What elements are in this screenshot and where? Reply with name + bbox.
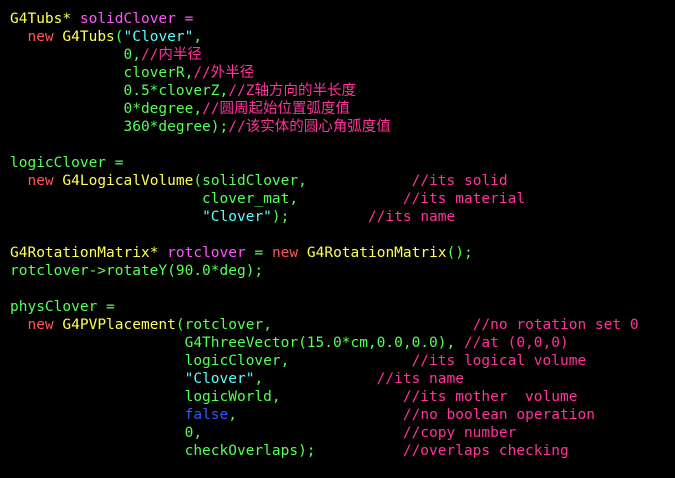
code-token-comment: //its name bbox=[376, 371, 464, 387]
code-token-comment: //its solid bbox=[411, 173, 508, 189]
code-token-plain: clover_mat, bbox=[10, 191, 403, 207]
code-token-plain: , bbox=[193, 29, 203, 45]
code-token-plain: = bbox=[245, 245, 272, 261]
code-token-comment: //Z轴方向的半长度 bbox=[228, 83, 356, 99]
code-token-plain: 0, bbox=[10, 425, 403, 441]
code-token-comment: //at (0,0,0) bbox=[463, 335, 569, 351]
code-line: 0, //copy number bbox=[10, 424, 639, 442]
code-token-plain: (); bbox=[446, 245, 473, 261]
code-token-plain: checkOverlaps); bbox=[10, 443, 403, 459]
code-token-plain: logicWorld, bbox=[10, 389, 403, 405]
code-line: new G4PVPlacement(rotclover, //no rotati… bbox=[10, 316, 639, 334]
code-token-comment: //copy number bbox=[402, 425, 517, 441]
code-token-type: G4LogicalVolume bbox=[62, 173, 194, 189]
code-editor[interactable]: G4Tubs* solidClover = new G4Tubs("Clover… bbox=[0, 0, 675, 478]
code-token-string: "Clover" bbox=[123, 29, 194, 45]
code-token-plain: ); bbox=[271, 209, 368, 225]
code-token-string: "Clover" bbox=[184, 371, 255, 387]
code-token-plain: logicClover, bbox=[10, 353, 412, 369]
code-token-boolean: false bbox=[184, 407, 229, 423]
code-token-type: G4RotationMatrix bbox=[10, 245, 150, 261]
code-line: checkOverlaps); //overlaps checking bbox=[10, 442, 639, 460]
code-line: rotclover->rotateY(90.0*deg); bbox=[10, 262, 639, 280]
code-token-plain: 0*degree, bbox=[10, 101, 203, 117]
code-token-plain: (rotclover, bbox=[175, 317, 473, 333]
code-line: logicWorld, //its mother volume bbox=[10, 388, 639, 406]
code-token-comment: //外半径 bbox=[193, 65, 255, 81]
code-token-type: G4PVPlacement bbox=[62, 317, 176, 333]
code-token-identifier: rotclover bbox=[158, 245, 246, 261]
code-token-type: G4RotationMatrix bbox=[306, 245, 447, 261]
code-token-plain: ( bbox=[114, 29, 124, 45]
code-line: 360*degree);//该实体的圆心角弧度值 bbox=[10, 118, 639, 136]
code-line: G4RotationMatrix* rotclover = new G4Rota… bbox=[10, 244, 639, 262]
code-token-plain: physClover = bbox=[10, 299, 115, 315]
code-text-area[interactable]: G4Tubs* solidClover = new G4Tubs("Clover… bbox=[10, 10, 639, 460]
code-token-comment: //内半径 bbox=[140, 47, 202, 63]
code-line: G4Tubs* solidClover = bbox=[10, 10, 639, 28]
code-line: G4ThreeVector(15.0*cm,0.0,0.0), //at (0,… bbox=[10, 334, 639, 352]
code-token-plain: logicClover = bbox=[10, 155, 124, 171]
code-token-comment: //no rotation set 0 bbox=[472, 317, 639, 333]
code-token-plain: 0, bbox=[10, 47, 141, 63]
code-line: 0,//内半径 bbox=[10, 46, 639, 64]
code-token-comment: //its material bbox=[402, 191, 526, 207]
code-line: 0*degree,//圆周起始位置弧度值 bbox=[10, 100, 639, 118]
code-line: cloverR,//外半径 bbox=[10, 64, 639, 82]
code-token-plain: , bbox=[228, 407, 403, 423]
code-token-comment: //its mother volume bbox=[402, 389, 578, 405]
code-token-plain: (solidClover, bbox=[193, 173, 412, 189]
code-line: clover_mat, //its material bbox=[10, 190, 639, 208]
code-token-comment: //圆周起始位置弧度值 bbox=[202, 101, 351, 117]
code-token-comment: //overlaps checking bbox=[402, 443, 569, 459]
code-token-plain: , bbox=[254, 371, 377, 387]
code-token-plain: 360*degree); bbox=[10, 119, 229, 135]
code-line: "Clover", //its name bbox=[10, 370, 639, 388]
code-token-type: G4Tubs bbox=[10, 11, 63, 27]
code-token-operator: * bbox=[62, 11, 72, 27]
code-line: false, //no boolean operation bbox=[10, 406, 639, 424]
code-token-plain: rotclover->rotateY(90.0*deg); bbox=[10, 263, 264, 279]
code-token-string: "Clover" bbox=[202, 209, 272, 225]
code-token-keyword: new bbox=[27, 317, 54, 333]
code-token-comment: //its logical volume bbox=[411, 353, 587, 369]
code-token-keyword: new bbox=[27, 173, 54, 189]
code-token-comment: //its name bbox=[367, 209, 456, 225]
code-line: logicClover, //its logical volume bbox=[10, 352, 639, 370]
code-token-type: G4Tubs bbox=[62, 29, 115, 45]
code-token-comment: //该实体的圆心角弧度值 bbox=[228, 119, 391, 135]
code-token-plain: cloverR, bbox=[10, 65, 194, 81]
code-line: "Clover"); //its name bbox=[10, 208, 639, 226]
code-token-comment: //no boolean operation bbox=[402, 407, 595, 423]
code-token-keyword: new bbox=[271, 245, 299, 261]
code-token-plain: 0.5*cloverZ, bbox=[10, 83, 229, 99]
code-token-identifier: solidClover = bbox=[71, 11, 194, 27]
code-line: logicClover = bbox=[10, 154, 639, 172]
code-line: new G4LogicalVolume(solidClover, //its s… bbox=[10, 172, 639, 190]
code-line: 0.5*cloverZ,//Z轴方向的半长度 bbox=[10, 82, 639, 100]
code-token-plain: G4ThreeVector(15.0*cm,0.0,0.0), bbox=[10, 335, 464, 351]
code-token-keyword: new bbox=[27, 29, 54, 45]
code-line: physClover = bbox=[10, 298, 639, 316]
code-line: new G4Tubs("Clover", bbox=[10, 28, 639, 46]
